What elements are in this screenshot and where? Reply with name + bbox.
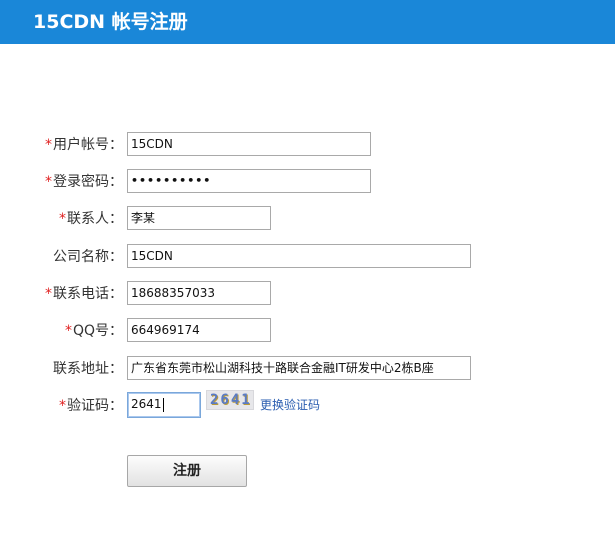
- form-row-company: 公司名称： 15CDN: [0, 244, 615, 270]
- captcha-input-value: 2641: [131, 397, 162, 411]
- captcha-input[interactable]: 2641: [127, 392, 201, 418]
- required-mark: *: [59, 398, 66, 414]
- form-row-contact: *联系人： 李某: [0, 206, 615, 232]
- qq-input[interactable]: 664969174: [127, 318, 271, 342]
- required-mark: *: [59, 211, 66, 227]
- phone-label: *联系电话：: [45, 286, 123, 302]
- form-row-phone: *联系电话： 18688357033: [0, 281, 615, 307]
- form-row-password: *登录密码： ••••••••••: [0, 169, 615, 195]
- password-label: *登录密码：: [45, 174, 123, 190]
- register-button[interactable]: 注册: [127, 455, 247, 487]
- address-input[interactable]: 广东省东莞市松山湖科技十路联合金融IT研发中心2栋B座: [127, 356, 471, 380]
- captcha-image[interactable]: 2641: [206, 390, 254, 410]
- contact-input[interactable]: 李某: [127, 206, 271, 230]
- username-label: *用户帐号：: [45, 137, 123, 153]
- captcha-label: *验证码：: [59, 398, 123, 414]
- required-mark: *: [45, 286, 52, 302]
- form-row-address: 联系地址： 广东省东莞市松山湖科技十路联合金融IT研发中心2栋B座: [0, 356, 615, 382]
- address-label: 联系地址：: [53, 361, 123, 377]
- required-mark: *: [45, 137, 52, 153]
- form-row-username: *用户帐号： 15CDN: [0, 132, 615, 158]
- required-mark: *: [64, 323, 72, 339]
- page-title: 15CDN 帐号注册: [33, 11, 188, 33]
- company-label: 公司名称：: [53, 249, 123, 265]
- form-row-captcha: *验证码： 2641 2641 更换验证码: [0, 390, 615, 419]
- username-input[interactable]: 15CDN: [127, 132, 371, 156]
- qq-label: *QQ号：: [64, 323, 123, 339]
- password-input[interactable]: ••••••••••: [127, 169, 371, 193]
- company-input[interactable]: 15CDN: [127, 244, 471, 268]
- form-row-qq: *QQ号： 664969174: [0, 318, 615, 344]
- phone-input[interactable]: 18688357033: [127, 281, 271, 305]
- required-mark: *: [45, 174, 52, 190]
- refresh-captcha-link[interactable]: 更换验证码: [260, 397, 320, 413]
- page-header: 15CDN 帐号注册: [0, 0, 615, 44]
- contact-label: *联系人：: [59, 211, 123, 227]
- text-caret: [162, 397, 164, 412]
